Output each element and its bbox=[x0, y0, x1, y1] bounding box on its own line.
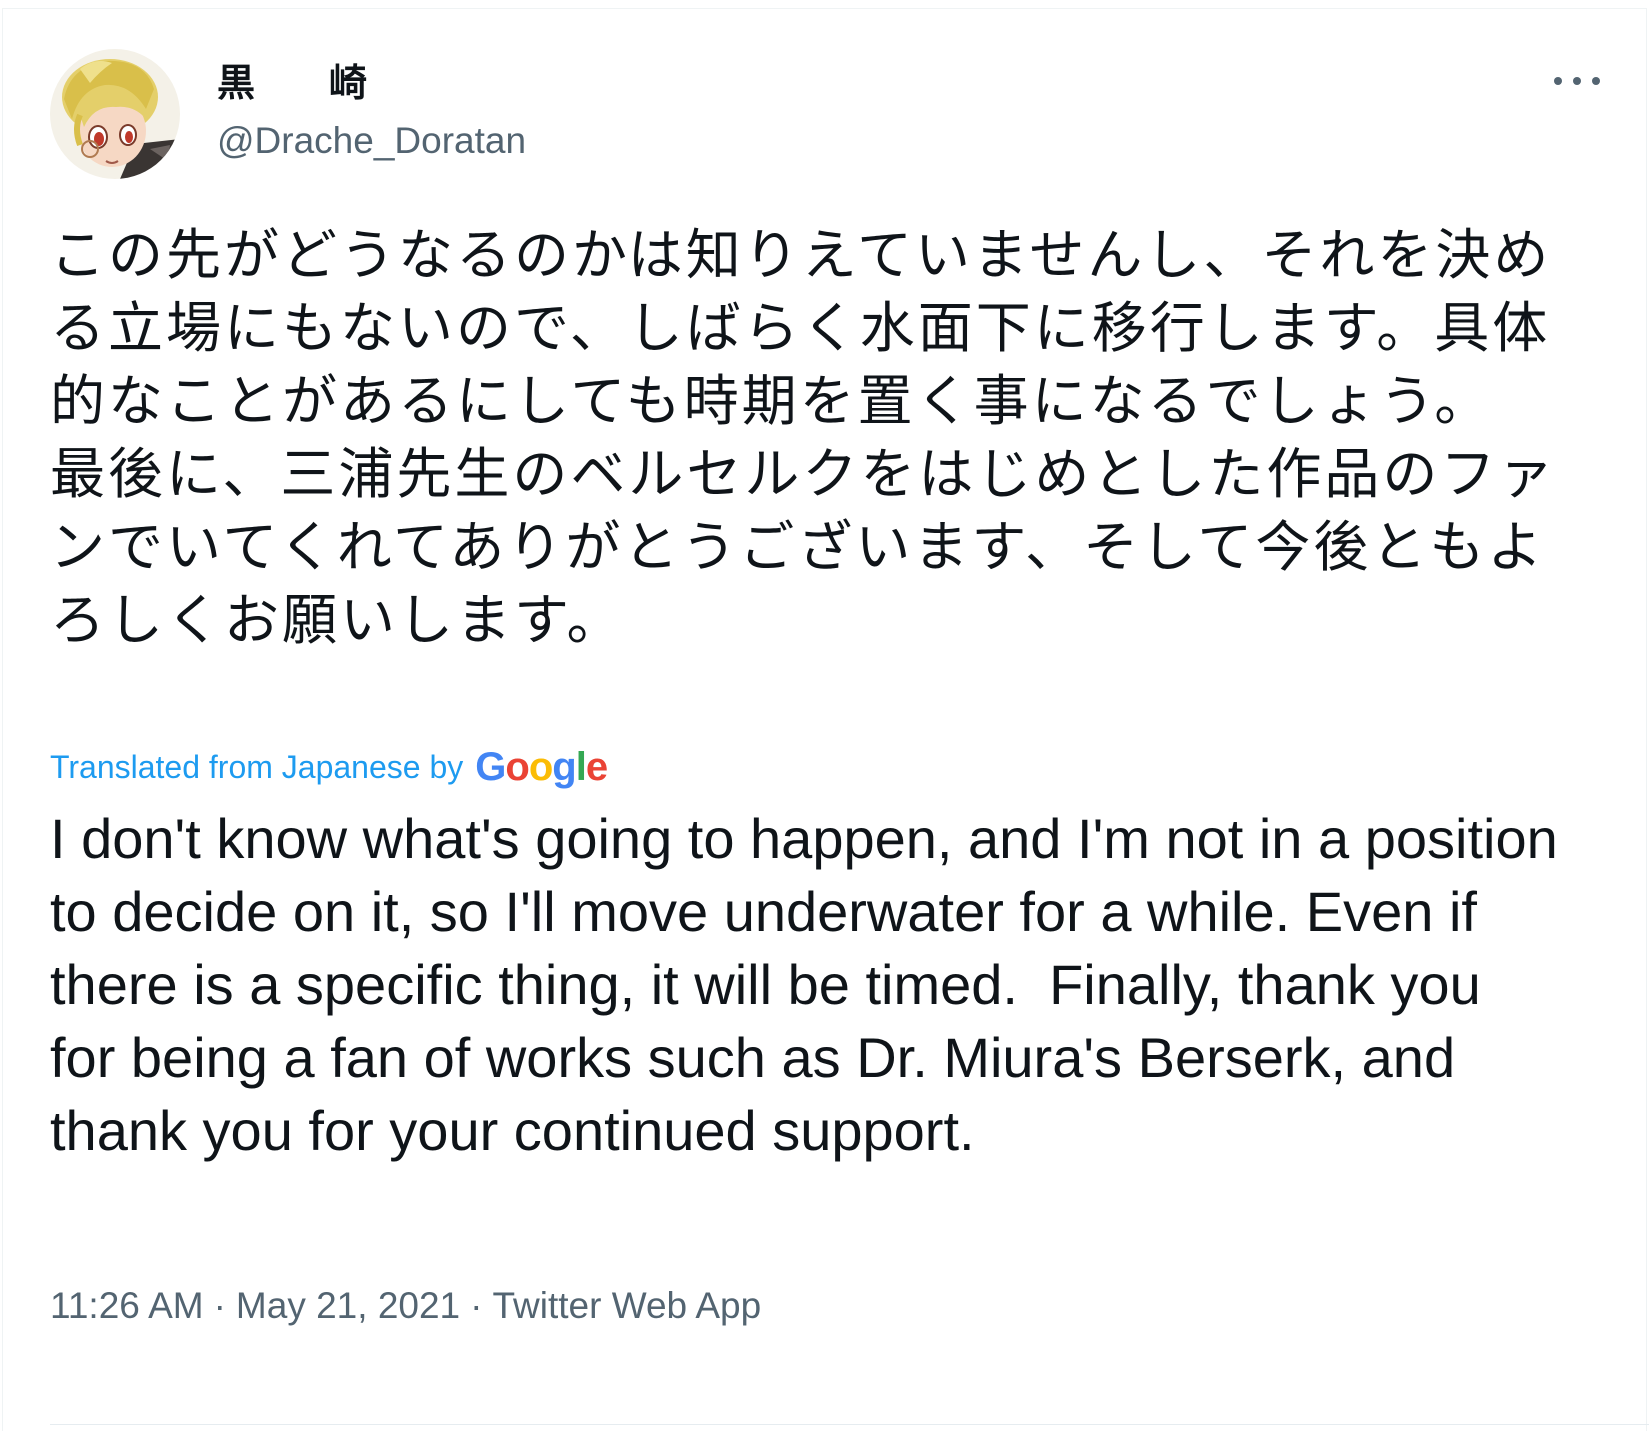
more-dot bbox=[1592, 77, 1600, 85]
meta-separator: · bbox=[470, 1285, 483, 1326]
tweet-meta: 11:26 AM · May 21, 2021 · Twitter Web App bbox=[50, 1281, 761, 1331]
google-logo-letter: l bbox=[575, 744, 587, 789]
author-display-name[interactable]: 黒 崎 bbox=[217, 61, 385, 105]
tweet-original-text: この先がどうなるのかは知りえていませんし、それを決める立場にもないので、しばらく… bbox=[50, 223, 1557, 652]
meta-separator: · bbox=[213, 1285, 226, 1326]
google-logo-letter: g bbox=[552, 744, 576, 789]
tweet-date: May 21, 2021 bbox=[235, 1285, 461, 1326]
author-handle[interactable]: @Drache_Doratan bbox=[217, 119, 526, 163]
google-logo-letter: o bbox=[528, 744, 553, 789]
google-logo-letter: G bbox=[475, 744, 506, 789]
tweet-header: 黒 崎 @Drache_Doratan bbox=[50, 43, 1606, 183]
translation-label[interactable]: Translated from Japanese by bbox=[50, 749, 463, 786]
translation-attribution[interactable]: Translated from Japanese by Google bbox=[50, 743, 608, 791]
avatar-illustration bbox=[50, 49, 180, 179]
google-logo-letter: e bbox=[585, 744, 608, 789]
tweet-card: 黒 崎 @Drache_Doratan この先がどうなるのかは知りえていませんし… bbox=[2, 8, 1647, 1431]
avatar[interactable] bbox=[50, 49, 180, 179]
more-horizontal-icon[interactable] bbox=[1554, 69, 1600, 93]
tweet-source[interactable]: Twitter Web App bbox=[492, 1285, 761, 1326]
tweet-timestamp[interactable]: 11:26 AM · May 21, 2021 bbox=[50, 1285, 460, 1326]
more-dot bbox=[1573, 77, 1581, 85]
more-dot bbox=[1554, 77, 1562, 85]
divider bbox=[50, 1424, 1649, 1425]
google-logo: Google bbox=[475, 744, 608, 790]
tweet-translated-text: I don't know what's going to happen, and… bbox=[50, 807, 1574, 1162]
google-logo-letter: o bbox=[505, 744, 529, 789]
tweet-time: 11:26 AM bbox=[50, 1285, 204, 1326]
